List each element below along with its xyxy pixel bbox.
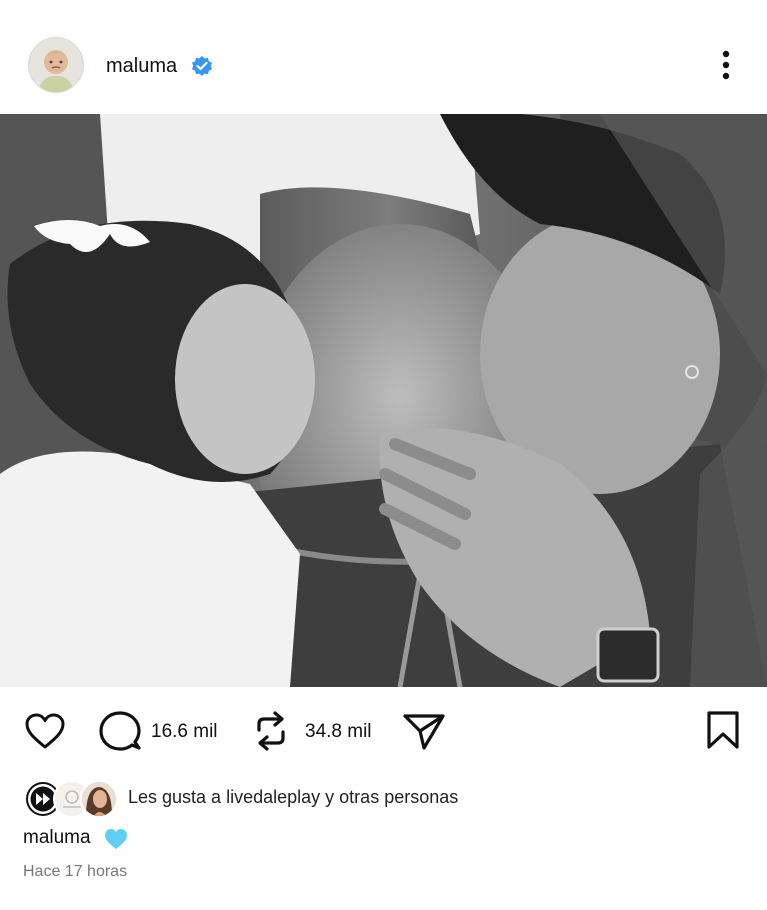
post-photo[interactable] xyxy=(0,114,767,687)
user-photo-icon xyxy=(82,782,116,816)
post-timestamp: Hace 17 horas xyxy=(23,863,128,880)
likes-user-link[interactable]: livedaleplay xyxy=(226,787,320,807)
post-username[interactable]: maluma xyxy=(106,54,177,78)
repost-count: 34.8 mil xyxy=(305,721,372,742)
avatar-image xyxy=(29,38,83,92)
likes-prefix: Les gusta a xyxy=(128,787,222,807)
bookmark-icon[interactable] xyxy=(705,710,741,750)
more-vertical-icon[interactable] xyxy=(712,48,740,82)
liker-avatar-3[interactable] xyxy=(80,780,118,818)
light-blue-heart-icon xyxy=(105,829,127,849)
heart-icon[interactable] xyxy=(24,712,66,750)
photo-image xyxy=(0,114,767,687)
caption-username[interactable]: maluma xyxy=(23,826,91,852)
likes-summary: Les gusta a livedaleplay y otras persona… xyxy=(0,774,767,820)
send-icon[interactable] xyxy=(402,712,446,752)
repost-icon[interactable] xyxy=(253,710,289,752)
comment-count: 16.6 mil xyxy=(151,721,218,742)
likes-text: Les gusta a livedaleplay y otras persona… xyxy=(128,786,458,808)
profile-avatar[interactable] xyxy=(28,37,84,93)
comment-icon[interactable] xyxy=(98,710,142,752)
post-header: maluma xyxy=(0,0,767,114)
likes-suffix: y otras personas xyxy=(325,787,459,807)
verified-badge-icon xyxy=(192,56,212,76)
action-bar: 16.6 mil 34.8 mil xyxy=(0,700,767,760)
